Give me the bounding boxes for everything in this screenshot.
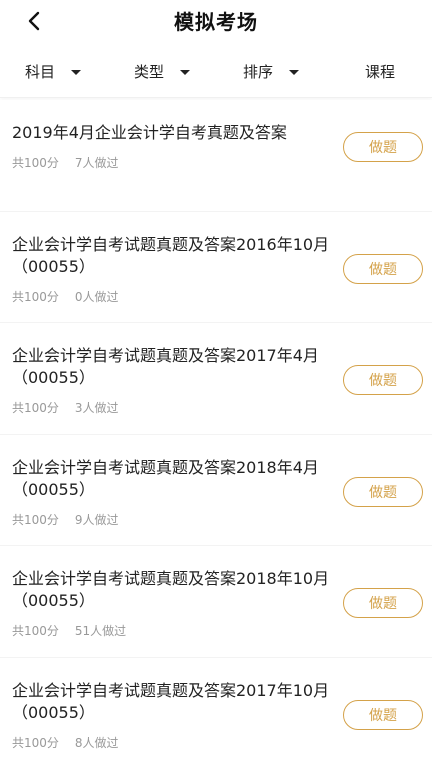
- exam-item[interactable]: 企业会计学自考试题真题及答案2018年10月（00055） 共100分 51人做…: [0, 546, 432, 658]
- exam-title: 企业会计学自考试题真题及答案2017年4月（00055）: [12, 346, 319, 387]
- exam-meta: 共100分 8人做过: [12, 734, 119, 751]
- exam-item[interactable]: 企业会计学自考试题真题及答案2017年4月（00055） 共100分 3人做过 …: [0, 323, 432, 435]
- exam-item[interactable]: 企业会计学自考试题真题及答案2016年10月（00055） 共100分 0人做过…: [0, 211, 432, 323]
- exam-score: 共100分: [12, 512, 59, 527]
- start-exam-button[interactable]: 做题: [343, 699, 423, 730]
- filter-bar: 科目 类型 排序 课程: [0, 42, 432, 98]
- caret-down-icon: [289, 69, 300, 75]
- exam-done-count: 0人做过: [74, 289, 119, 304]
- filter-sort-label: 排序: [243, 63, 274, 81]
- filter-subject[interactable]: 科目: [25, 60, 82, 84]
- exam-score: 共100分: [12, 156, 59, 170]
- start-exam-button[interactable]: 做题: [343, 588, 423, 618]
- nav-bar: 模拟考场: [0, 0, 432, 42]
- exam-score: 共100分: [12, 624, 59, 638]
- exam-meta: 共100分 3人做过: [12, 399, 119, 416]
- start-exam-button[interactable]: 做题: [343, 132, 423, 162]
- exam-title: 2019年4月企业会计学自考真题及答案: [12, 123, 287, 142]
- exam-title: 企业会计学自考试题真题及答案2018年10月（00055）: [12, 569, 330, 610]
- filter-sort[interactable]: 排序: [243, 60, 300, 84]
- start-exam-button[interactable]: 做题: [343, 365, 423, 395]
- filter-course-label: 课程: [365, 63, 396, 81]
- exam-done-count: 8人做过: [74, 735, 119, 750]
- exam-score: 共100分: [12, 289, 59, 304]
- exam-done-count: 51人做过: [74, 624, 127, 638]
- exam-meta: 共100分 51人做过: [12, 622, 126, 639]
- exam-meta: 共100分 9人做过: [12, 511, 119, 528]
- exam-list: 2019年4月企业会计学自考真题及答案 共100分 7人做过 做题 企业会计学自…: [0, 100, 432, 768]
- exam-score: 共100分: [12, 735, 59, 750]
- filter-course[interactable]: 课程: [365, 60, 395, 84]
- exam-score: 共100分: [12, 401, 59, 415]
- start-exam-button[interactable]: 做题: [343, 253, 423, 284]
- exam-meta: 共100分 7人做过: [12, 154, 119, 171]
- caret-down-icon: [180, 69, 191, 75]
- exam-title: 企业会计学自考试题真题及答案2018年4月（00055）: [12, 457, 319, 499]
- app-screen: 模拟考场 科目 类型 排序 课程 2019年4月企业会计学自考真题及答案 共10…: [0, 0, 432, 768]
- exam-done-count: 7人做过: [74, 156, 119, 170]
- exam-meta: 共100分 0人做过: [12, 288, 119, 305]
- start-exam-button[interactable]: 做题: [343, 476, 423, 507]
- exam-title: 企业会计学自考试题真题及答案2017年10月（00055）: [12, 680, 330, 722]
- page-title: 模拟考场: [174, 10, 258, 34]
- filter-subject-label: 科目: [25, 63, 56, 81]
- exam-done-count: 3人做过: [74, 401, 119, 415]
- filter-type[interactable]: 类型: [134, 60, 191, 84]
- caret-down-icon: [71, 69, 82, 75]
- exam-item[interactable]: 企业会计学自考试题真题及答案2017年10月（00055） 共100分 8人做过…: [0, 657, 432, 768]
- exam-item[interactable]: 2019年4月企业会计学自考真题及答案 共100分 7人做过 做题: [0, 100, 432, 212]
- exam-title: 企业会计学自考试题真题及答案2016年10月（00055）: [12, 234, 330, 276]
- exam-item[interactable]: 企业会计学自考试题真题及答案2018年4月（00055） 共100分 9人做过 …: [0, 434, 432, 546]
- exam-done-count: 9人做过: [74, 512, 119, 527]
- filter-type-label: 类型: [134, 63, 165, 81]
